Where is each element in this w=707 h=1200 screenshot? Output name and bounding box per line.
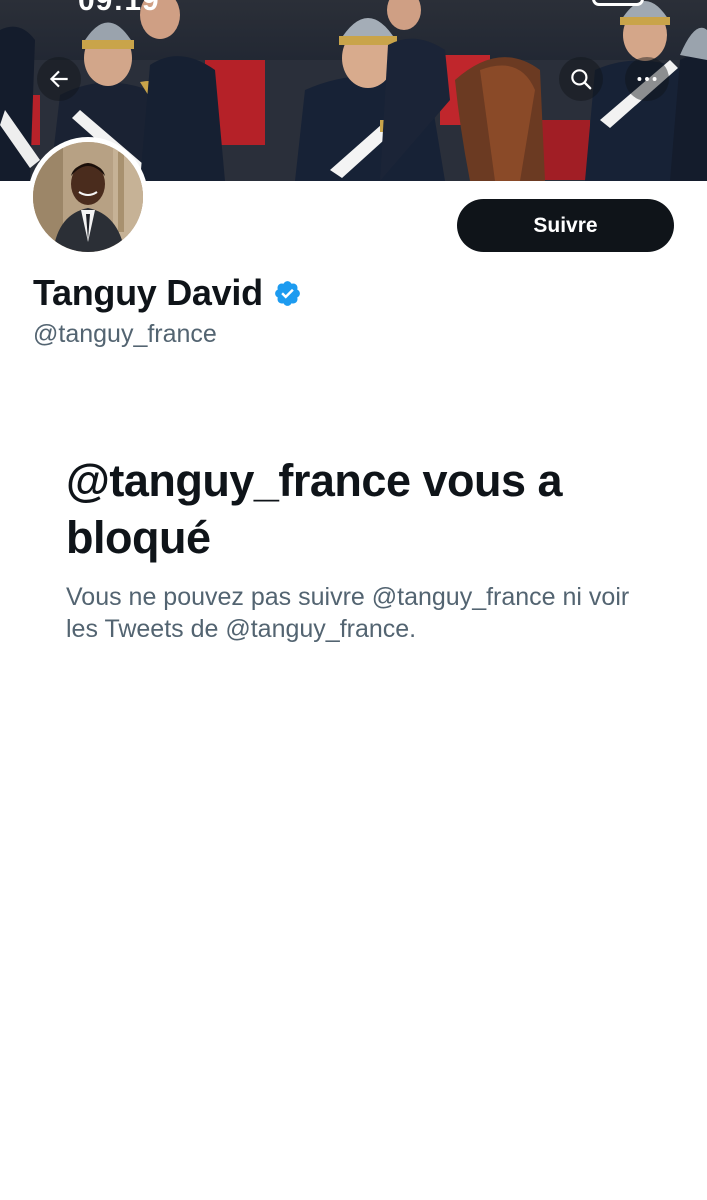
battery-icon (592, 0, 644, 6)
avatar[interactable] (28, 137, 148, 257)
back-button[interactable] (37, 57, 81, 101)
user-handle: @tanguy_france (33, 320, 217, 348)
more-horizontal-icon (637, 77, 657, 81)
display-name: Tanguy David (33, 272, 263, 313)
avatar-image (33, 142, 143, 252)
follow-button[interactable]: Suivre (457, 199, 674, 252)
blocked-description: Vous ne pouvez pas suivre @tanguy_france… (66, 583, 630, 643)
display-name-row: Tanguy David (33, 271, 302, 315)
verified-badge-icon[interactable] (273, 279, 302, 308)
search-button[interactable] (559, 57, 603, 101)
arrow-left-icon (49, 70, 68, 88)
status-time: 09:19 (78, 0, 160, 17)
search-icon (571, 69, 592, 90)
profile-screen: 09:19 Suivre Tanguy David @tanguy_france… (0, 0, 707, 1200)
blocked-title: @tanguy_france vous a bloqué (66, 455, 563, 563)
more-button[interactable] (625, 57, 669, 101)
